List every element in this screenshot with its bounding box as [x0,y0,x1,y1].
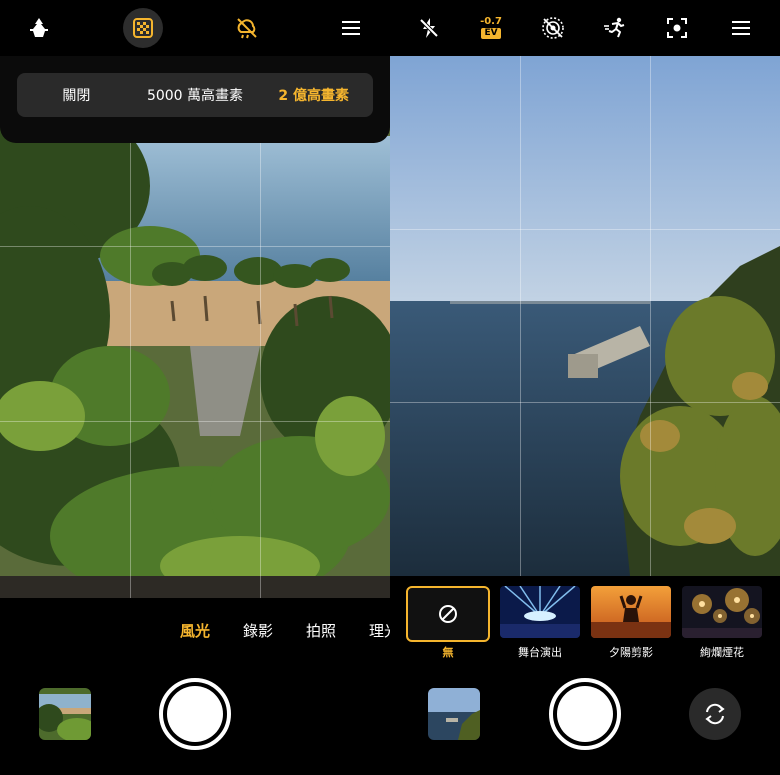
weather-effect-icon[interactable] [227,8,267,48]
resolution-option-200mp[interactable]: 2 億高畫素 [254,73,373,117]
none-icon [439,605,457,623]
mode-ricoh[interactable]: 理光 [369,620,390,641]
filter-none-thumb [406,586,490,642]
filter-sunset-thumb [591,586,671,638]
ev-badge: EV [481,28,501,39]
filter-strip: 無 舞台演出 夕陽剪影 絢爛煙花 [390,586,780,666]
filter-none[interactable]: 無 [406,586,490,660]
filter-label: 舞台演出 [518,646,562,659]
mode-video[interactable]: 錄影 [243,620,273,641]
right-camera-screen: -0.7 EV 無 舞台演出 夕陽剪影 絢爛煙花 [390,0,780,775]
focus-icon[interactable] [657,8,697,48]
shutter-button[interactable] [549,678,621,750]
filter-fireworks[interactable]: 絢爛煙花 [680,586,764,660]
switch-camera-button[interactable] [689,688,741,740]
menu-icon[interactable] [721,8,761,48]
left-top-bar [0,0,390,56]
mode-landscape[interactable]: 風光 [180,620,210,641]
resolution-segmented-control: 關閉 5000 萬高畫素 2 億高畫素 [17,73,373,117]
filter-stage-thumb [500,586,580,638]
left-camera-screen: 關閉 5000 萬高畫素 2 億高畫素 風光 錄影 拍照 理光 [0,0,390,775]
mode-photo[interactable]: 拍照 [306,620,336,641]
filter-stage[interactable]: 舞台演出 [498,586,582,660]
filter-label: 絢爛煙花 [700,646,744,659]
resolution-option-off[interactable]: 關閉 [17,73,136,117]
flash-off-icon[interactable] [409,8,449,48]
shutter-button[interactable] [159,678,231,750]
resolution-popup: 關閉 5000 萬高畫素 2 億高畫素 [0,56,390,143]
live-photo-off-icon[interactable] [533,8,573,48]
filter-sunset[interactable]: 夕陽剪影 [589,586,673,660]
gallery-thumbnail[interactable] [428,688,480,740]
motion-icon[interactable] [595,8,635,48]
menu-icon[interactable] [331,8,371,48]
exposure-button[interactable]: -0.7 EV [471,8,511,48]
resolution-option-50mp[interactable]: 5000 萬高畫素 [136,73,255,117]
hdr-icon[interactable] [19,8,59,48]
mode-strip: 風光 錄影 拍照 理光 [0,606,390,656]
gallery-thumbnail[interactable] [39,688,91,740]
filter-label: 無 [442,646,454,659]
right-viewfinder[interactable] [390,56,780,576]
ev-value: -0.7 [480,16,502,27]
filter-label: 夕陽剪影 [609,646,653,659]
scenery-image [390,56,780,576]
right-top-bar: -0.7 EV [390,0,780,56]
filter-fireworks-thumb [682,586,762,638]
switch-camera-icon [705,703,725,725]
high-res-toggle-icon[interactable] [123,8,163,48]
